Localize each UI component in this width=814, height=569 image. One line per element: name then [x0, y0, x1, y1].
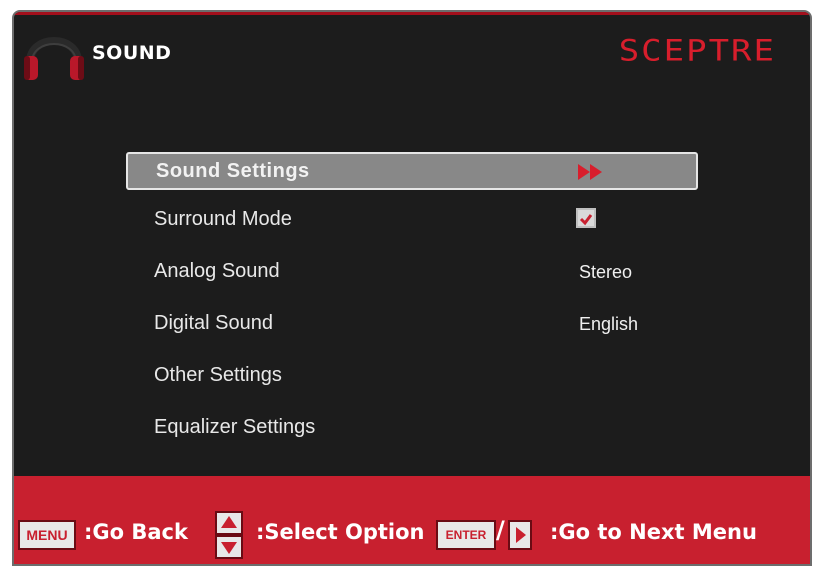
menu-item-other-settings[interactable]: Other Settings: [126, 352, 698, 404]
double-arrow-right-icon: [578, 164, 602, 180]
menu-item-label: Analog Sound: [154, 260, 280, 282]
brand-logo: SCEPTRE: [618, 34, 776, 68]
settings-menu: Sound Settings Surround Mode Analog Soun…: [126, 152, 698, 456]
menu-item-equalizer-settings[interactable]: Equalizer Settings: [126, 404, 698, 456]
surround-mode-checkbox[interactable]: [576, 208, 596, 228]
menu-item-label: Sound Settings: [156, 160, 310, 182]
up-down-key-icon: [215, 511, 243, 559]
next-menu-hint: :Go to Next Menu: [550, 520, 757, 544]
sound-menu-window: SOUND SCEPTRE Sound Settings Surround Mo…: [12, 10, 812, 566]
menu-item-surround-mode[interactable]: Surround Mode: [126, 196, 698, 248]
menu-item-label: Surround Mode: [154, 208, 292, 230]
enter-key-icon: ENTER: [436, 520, 496, 550]
headphones-icon: [24, 37, 84, 80]
select-option-hint: :Select Option: [256, 520, 425, 544]
key-separator: /: [496, 516, 505, 544]
menu-item-digital-sound[interactable]: Digital Sound English: [126, 300, 698, 352]
page-title: SOUND: [92, 42, 172, 64]
key-hint-bar: MENU :Go Back :Select Option ENTER / :Go…: [14, 476, 810, 564]
menu-item-analog-sound[interactable]: Analog Sound Stereo: [126, 248, 698, 300]
analog-sound-value: Stereo: [579, 262, 633, 282]
menu-item-label: Equalizer Settings: [154, 416, 316, 438]
digital-sound-value: English: [579, 314, 639, 334]
checkmark-icon: [579, 214, 593, 226]
go-back-hint: :Go Back: [84, 520, 188, 544]
menu-header: SOUND SCEPTRE: [14, 12, 810, 102]
menu-item-sound-settings[interactable]: Sound Settings: [126, 152, 698, 190]
menu-item-label: Other Settings: [154, 364, 282, 386]
menu-key-icon: MENU: [18, 520, 76, 550]
right-arrow-key-icon: [508, 520, 532, 550]
menu-item-label: Digital Sound: [154, 312, 273, 334]
